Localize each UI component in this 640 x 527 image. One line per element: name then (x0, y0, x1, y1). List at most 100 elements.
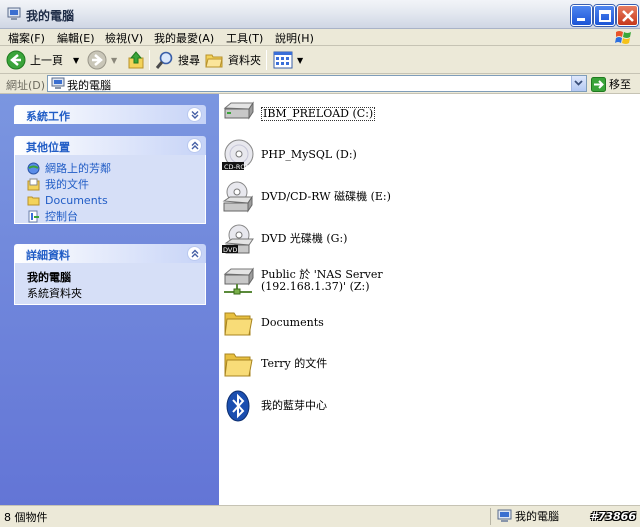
link-documents[interactable]: Documents (27, 192, 193, 208)
back-label: 上一頁 (30, 54, 63, 67)
collapse-icon[interactable] (187, 246, 202, 261)
details-header[interactable]: 詳細資料 (14, 244, 206, 263)
menu-help[interactable]: 說明(H) (275, 30, 314, 46)
svg-text:DVD: DVD (223, 246, 237, 254)
address-input[interactable]: 我的電腦 (47, 75, 587, 92)
details-type: 系統資料夾 (27, 287, 82, 300)
svg-text:CD-ROM: CD-ROM (224, 163, 251, 171)
address-dropdown-button[interactable] (571, 76, 586, 91)
folder-icon (27, 196, 40, 205)
menu-favorites[interactable]: 我的最愛(A) (154, 30, 214, 46)
drive-item-z[interactable]: Public 於 'NAS Server (192.168.1.37)' (Z:… (222, 265, 383, 297)
other-places-body: 網路上的芳鄰 我的文件 Documents 控制台 (14, 155, 206, 224)
search-icon (155, 51, 173, 69)
folder-item-documents-label: Documents (261, 316, 324, 329)
menu-view[interactable]: 檢視(V) (105, 30, 143, 46)
items-view: IBM_PRELOAD (C:) CD-ROM PHP_MySQL (D:) D… (219, 94, 640, 505)
link-control-panel-label: 控制台 (45, 210, 78, 223)
close-button[interactable] (617, 5, 638, 26)
link-network-places[interactable]: 網路上的芳鄰 (27, 160, 193, 176)
minimize-icon (577, 18, 585, 21)
drive-item-d[interactable]: CD-ROM PHP_MySQL (D:) (222, 139, 357, 171)
watermark: #73866 (590, 510, 636, 523)
other-places-title: 其他位置 (26, 141, 70, 154)
control-panel-icon (28, 210, 39, 222)
dvd-rw-drive-icon (222, 181, 253, 213)
drive-item-d-label: PHP_MySQL (D:) (261, 148, 357, 161)
address-value: 我的電腦 (67, 79, 111, 92)
drive-item-g-label: DVD 光碟機 (G:) (261, 232, 348, 245)
folders-button[interactable]: 資料夾 (204, 49, 261, 71)
menu-bar: 檔案(F) 編輯(E) 檢視(V) 我的最愛(A) 工具(T) 說明(H) (0, 29, 640, 46)
my-computer-icon (497, 509, 512, 522)
back-dropdown-icon[interactable]: ▼ (73, 56, 79, 65)
drive-item-z-label: Public 於 'NAS Server (192.168.1.37)' (Z:… (261, 269, 383, 293)
minimize-button[interactable] (571, 5, 592, 26)
drive-item-e[interactable]: DVD/CD-RW 磁碟機 (E:) (222, 181, 391, 213)
search-button[interactable]: 搜尋 (154, 49, 200, 71)
menu-tools[interactable]: 工具(T) (226, 30, 263, 46)
status-object-count: 8 個物件 (4, 511, 48, 524)
link-documents-label: Documents (45, 193, 108, 207)
views-button[interactable]: ▼ (273, 49, 303, 71)
folders-label: 資料夾 (228, 54, 261, 67)
status-bar: 8 個物件 我的電腦 #73866 (0, 505, 640, 527)
views-dropdown-icon: ▼ (297, 55, 304, 65)
details-body: 我的電腦 系統資料夾 (14, 263, 206, 305)
close-icon (622, 10, 634, 22)
folder-item-terry[interactable]: Terry 的文件 (222, 348, 327, 380)
bluetooth-item-label: 我的藍芽中心 (261, 399, 327, 412)
drive-item-c[interactable]: IBM_PRELOAD (C:) (222, 98, 376, 130)
search-label: 搜尋 (178, 54, 200, 67)
maximize-icon (599, 10, 611, 22)
go-label: 移至 (609, 78, 631, 91)
other-places-header[interactable]: 其他位置 (14, 136, 206, 155)
network-drive-icon (223, 267, 254, 295)
up-button[interactable] (126, 49, 146, 71)
forward-dropdown-icon[interactable]: ▼ (111, 56, 117, 65)
my-computer-icon (51, 77, 65, 89)
drive-item-g[interactable]: DVD DVD 光碟機 (G:) (222, 223, 347, 255)
windows-logo-icon (615, 31, 631, 44)
status-location-label: 我的電腦 (515, 510, 559, 523)
back-button[interactable]: 上一頁 ▼ (6, 49, 79, 71)
folder-icon (224, 353, 253, 377)
menu-edit[interactable]: 編輯(E) (57, 30, 95, 46)
folders-icon (205, 54, 223, 68)
folder-icon (224, 312, 253, 336)
bluetooth-item[interactable]: 我的藍芽中心 (222, 390, 327, 422)
my-computer-icon (7, 7, 21, 20)
hard-drive-icon (223, 101, 254, 120)
folder-item-terry-label: Terry 的文件 (261, 357, 328, 370)
status-location: 我的電腦 (497, 508, 559, 524)
link-my-documents-label: 我的文件 (45, 178, 89, 191)
up-folder-icon (128, 51, 144, 69)
drive-item-c-label: IBM_PRELOAD (C:) (261, 107, 376, 121)
maximize-button[interactable] (594, 5, 615, 26)
window-title: 我的電腦 (26, 9, 75, 23)
system-tasks-header[interactable]: 系統工作 (14, 105, 206, 124)
network-places-icon (27, 162, 40, 174)
forward-button[interactable]: ▼ (87, 49, 117, 71)
cdrom-icon: CD-ROM (222, 139, 254, 171)
task-pane: 系統工作 其他位置 網路上的芳鄰 我的文件 Documents 控制台 詳細資料… (0, 94, 219, 505)
address-label: 網址(D) (6, 79, 46, 92)
my-documents-icon (27, 178, 40, 190)
drive-item-e-label: DVD/CD-RW 磁碟機 (E:) (261, 190, 391, 203)
menu-file[interactable]: 檔案(F) (8, 30, 45, 46)
go-button[interactable]: 移至 (591, 76, 631, 92)
address-bar: 網址(D) 我的電腦 移至 (0, 74, 640, 94)
bluetooth-icon (226, 390, 250, 422)
drive-item-z-label-line2: (192.168.1.37)' (Z:) (261, 280, 370, 293)
other-places-group: 其他位置 網路上的芳鄰 我的文件 Documents 控制台 (14, 136, 206, 224)
expand-icon[interactable] (187, 107, 202, 122)
link-network-places-label: 網路上的芳鄰 (45, 162, 111, 175)
collapse-icon[interactable] (187, 138, 202, 153)
views-icon (273, 51, 293, 69)
title-bar[interactable]: 我的電腦 (0, 0, 640, 29)
link-my-documents[interactable]: 我的文件 (27, 176, 193, 192)
forward-arrow-icon (87, 50, 107, 70)
folder-item-documents[interactable]: Documents (222, 307, 324, 339)
dvd-drive-icon: DVD (222, 224, 254, 254)
link-control-panel[interactable]: 控制台 (27, 208, 193, 224)
